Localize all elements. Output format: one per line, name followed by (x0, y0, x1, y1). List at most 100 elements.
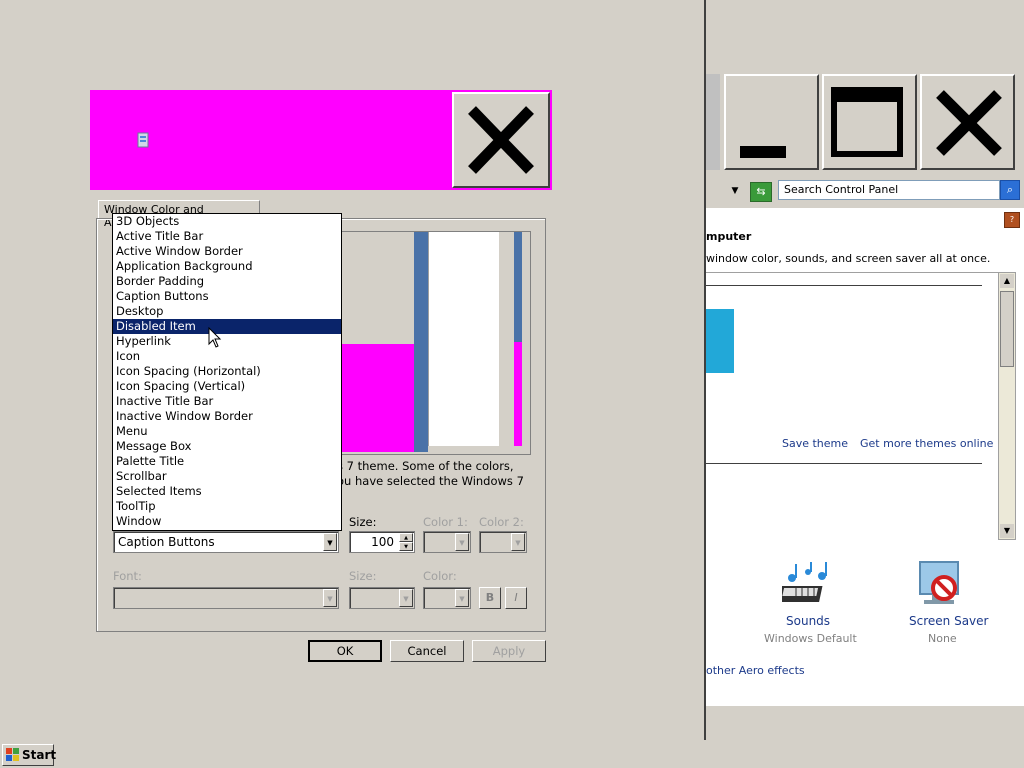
size-label: Size: (349, 515, 377, 529)
color2-label: Color 2: (479, 515, 524, 529)
item-select[interactable]: Caption Buttons ▼ (113, 531, 339, 553)
font-size-label: Size: (349, 569, 377, 583)
preview-close-button[interactable] (452, 92, 550, 188)
spin-buttons[interactable]: ▲ ▼ (399, 533, 413, 551)
start-button[interactable]: Start (2, 744, 57, 766)
sounds-link[interactable]: Sounds (786, 614, 830, 628)
chevron-down-icon: ▼ (399, 589, 413, 607)
italic-button[interactable]: I (505, 587, 527, 609)
screen-saver-value: None (928, 632, 957, 645)
save-theme-link[interactable]: Save theme (782, 437, 848, 450)
close-icon (468, 106, 534, 174)
list-item[interactable]: Application Background (113, 259, 341, 274)
list-item[interactable]: Icon Spacing (Horizontal) (113, 364, 341, 379)
list-item[interactable]: Selected Items (113, 484, 341, 499)
start-label: Start (22, 748, 57, 762)
scroll-thumb[interactable] (1000, 291, 1014, 367)
ok-button[interactable]: OK (308, 640, 382, 662)
list-item[interactable]: Hyperlink (113, 334, 341, 349)
screen-saver-icon[interactable] (914, 558, 966, 610)
preview-edge (514, 342, 522, 446)
font-dropdown[interactable]: ▼ (113, 587, 339, 609)
control-panel-titlebar (706, 74, 1024, 172)
description-line: ou have selected the Windows 7 (337, 474, 524, 488)
font-size-dropdown[interactable]: ▼ (349, 587, 415, 609)
sounds-icon[interactable] (782, 560, 832, 610)
chevron-down-icon: ▼ (323, 589, 337, 607)
list-item[interactable]: Icon (113, 349, 341, 364)
color1-label: Color 1: (423, 515, 468, 529)
item-select-value: Caption Buttons (118, 535, 215, 549)
list-item[interactable]: Message Box (113, 439, 341, 454)
control-panel-window: ▼ ⇆ Search Control Panel ⌕ ? mputer wind… (704, 0, 1024, 740)
preview-border-right (514, 232, 522, 342)
list-item[interactable]: Active Window Border (113, 244, 341, 259)
preview-title-bar[interactable] (90, 90, 552, 190)
font-color-label: Color: (423, 569, 457, 583)
address-bar: ▼ ⇆ Search Control Panel ⌕ (706, 180, 1024, 204)
spin-down-icon[interactable]: ▼ (399, 542, 413, 551)
font-color-dropdown[interactable]: ▼ (423, 587, 471, 609)
maximize-button[interactable] (822, 74, 917, 170)
list-item[interactable]: Icon Spacing (Vertical) (113, 379, 341, 394)
list-item[interactable]: Border Padding (113, 274, 341, 289)
control-panel-content: ? mputer window color, sounds, and scree… (706, 208, 1024, 706)
minimize-icon (740, 146, 786, 158)
spin-up-icon[interactable]: ▲ (399, 533, 413, 542)
appearance-description: s 7 theme. Some of the colors, ou have s… (337, 459, 547, 489)
get-more-themes-link[interactable]: Get more themes online (860, 437, 993, 450)
list-item[interactable]: Caption Buttons (113, 289, 341, 304)
chevron-down-icon: ▼ (511, 533, 525, 551)
color2-dropdown[interactable]: ▼ (479, 531, 527, 553)
list-item[interactable]: Disabled Item (113, 319, 341, 334)
search-input[interactable]: Search Control Panel (778, 180, 1000, 200)
item-dropdown-list[interactable]: 3D Objects Active Title Bar Active Window … (112, 213, 342, 531)
page-description: window color, sounds, and screen saver a… (706, 252, 991, 265)
chevron-down-icon: ▼ (455, 533, 469, 551)
preview-message-box (428, 232, 499, 446)
windows-logo-icon (6, 748, 19, 761)
scrollbar[interactable]: ▲ ▼ (998, 272, 1016, 540)
chevron-down-icon[interactable]: ▼ (728, 184, 742, 198)
list-item[interactable]: Palette Title (113, 454, 341, 469)
screen-saver-link[interactable]: Screen Saver (909, 614, 988, 628)
divider (706, 285, 982, 286)
sounds-value: Windows Default (764, 632, 857, 645)
theme-thumbnail[interactable] (706, 309, 734, 373)
list-item[interactable]: 3D Objects (113, 214, 341, 229)
refresh-icon[interactable]: ⇆ (750, 182, 772, 202)
aero-effects-link[interactable]: other Aero effects (706, 664, 805, 677)
list-item[interactable]: Active Title Bar (113, 229, 341, 244)
preview-window-body (334, 344, 424, 452)
appearance-preview (333, 231, 531, 455)
size-value: 100 (371, 535, 394, 549)
font-label: Font: (113, 569, 142, 583)
list-item[interactable]: Inactive Title Bar (113, 394, 341, 409)
bold-button[interactable]: B (479, 587, 501, 609)
apply-button[interactable]: Apply (472, 640, 546, 662)
page-title: mputer (706, 230, 752, 243)
maximize-icon (831, 87, 903, 157)
divider (706, 463, 982, 464)
search-icon[interactable]: ⌕ (1000, 180, 1020, 200)
list-item[interactable]: Inactive Window Border (113, 409, 341, 424)
list-item[interactable]: ToolTip (113, 499, 341, 514)
list-item[interactable]: Desktop (113, 304, 341, 319)
list-item[interactable]: Scrollbar (113, 469, 341, 484)
size-stepper[interactable]: 100 ▲ ▼ (349, 531, 415, 553)
close-icon (936, 90, 1002, 156)
color1-dropdown[interactable]: ▼ (423, 531, 471, 553)
help-icon[interactable]: ? (1004, 212, 1020, 228)
close-button[interactable] (920, 74, 1015, 170)
cancel-button[interactable]: Cancel (390, 640, 464, 662)
cursor-icon (208, 327, 222, 348)
chevron-down-icon: ▼ (455, 589, 469, 607)
list-item[interactable]: Window (113, 514, 341, 529)
scroll-up-icon[interactable]: ▲ (1000, 274, 1014, 288)
chevron-down-icon[interactable]: ▼ (323, 533, 337, 551)
scroll-down-icon[interactable]: ▼ (1000, 524, 1014, 538)
list-item[interactable]: Menu (113, 424, 341, 439)
description-line: s 7 theme. Some of the colors, (337, 459, 514, 473)
theme-panel: Save theme Get more themes online (706, 272, 998, 541)
minimize-button[interactable] (724, 74, 819, 170)
